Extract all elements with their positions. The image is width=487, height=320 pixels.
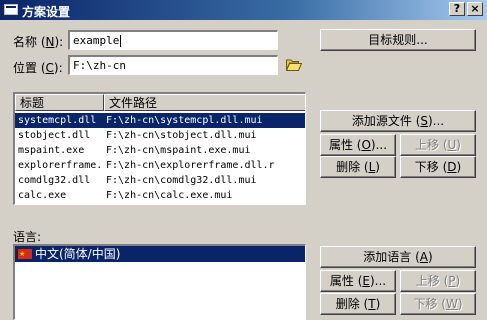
language-delete-button[interactable]: 删除 (T) <box>320 293 396 315</box>
file-row[interactable]: stobject.dll F:\zh-cn\stobject.dll.mui <box>15 128 305 143</box>
text-caret <box>120 35 122 47</box>
file-title: explorerframe. <box>18 160 103 171</box>
file-properties-button[interactable]: 属性 (O)... <box>320 134 396 156</box>
close-button[interactable]: × <box>467 2 483 16</box>
language-move-down-button[interactable]: 下移 (W) <box>400 293 476 315</box>
file-move-up-button[interactable]: 上移 (U) <box>400 134 476 156</box>
file-title: systemcpl.dll <box>18 115 97 126</box>
file-title: stobject.dll <box>18 130 91 141</box>
file-path: F:\zh-cn\stobject.dll.mui <box>106 130 257 141</box>
file-row[interactable]: calc.exe F:\zh-cn\calc.exe.mui <box>15 188 305 203</box>
column-header-title[interactable]: 标题 <box>15 94 104 111</box>
language-move-up-button[interactable]: 上移 (P) <box>400 270 476 292</box>
language-properties-button[interactable]: 属性 (E)... <box>320 270 396 292</box>
name-label: 名称 (N): <box>13 35 64 49</box>
window-icon <box>4 4 18 15</box>
language-label: 语言: <box>13 230 42 244</box>
file-path: F:\zh-cn\explorerframe.dll.r <box>106 160 275 171</box>
title-bar: 方案设置 ? × <box>0 0 487 20</box>
location-input[interactable]: F:\zh-cn <box>68 55 278 75</box>
file-move-down-button[interactable]: 下移 (D) <box>400 156 476 178</box>
help-button[interactable]: ? <box>449 2 465 16</box>
china-flag-icon <box>18 246 32 262</box>
location-label: 位置 (C): <box>13 61 63 75</box>
list-header: 标题 文件路径 <box>15 94 305 111</box>
folder-open-icon[interactable] <box>286 58 302 71</box>
file-row[interactable]: systemcpl.dll F:\zh-cn\systemcpl.dll.mui <box>15 113 305 128</box>
name-input[interactable]: example <box>68 30 278 50</box>
file-delete-button[interactable]: 删除 (L) <box>320 156 396 178</box>
add-language-button[interactable]: 添加语言 (A) <box>320 246 476 268</box>
window-title: 方案设置 <box>22 5 71 19</box>
target-rules-button[interactable]: 目标规则... <box>320 29 476 51</box>
add-source-file-button[interactable]: 添加源文件 (S)... <box>320 110 476 132</box>
column-header-path[interactable]: 文件路径 <box>104 94 305 111</box>
file-path: F:\zh-cn\mspaint.exe.mui <box>106 145 251 156</box>
files-list[interactable]: 标题 文件路径 systemcpl.dll F:\zh-cn\systemcpl… <box>13 92 306 205</box>
file-path: F:\zh-cn\comdlg32.dll.mui <box>106 175 257 186</box>
file-path: F:\zh-cn\calc.exe.mui <box>106 190 233 201</box>
file-row[interactable]: mspaint.exe F:\zh-cn\mspaint.exe.mui <box>15 143 305 158</box>
file-path: F:\zh-cn\systemcpl.dll.mui <box>106 115 263 126</box>
file-title: mspaint.exe <box>18 145 85 156</box>
file-title: comdlg32.dll <box>18 175 91 186</box>
language-item[interactable]: 中文(简体/中国) <box>15 246 305 262</box>
file-title: calc.exe <box>18 190 67 201</box>
language-item-label: 中文(简体/中国) <box>35 247 121 261</box>
file-row[interactable]: comdlg32.dll F:\zh-cn\comdlg32.dll.mui <box>15 173 305 188</box>
language-list[interactable]: 中文(简体/中国) <box>13 244 306 320</box>
file-row[interactable]: explorerframe. F:\zh-cn\explorerframe.dl… <box>15 158 305 173</box>
